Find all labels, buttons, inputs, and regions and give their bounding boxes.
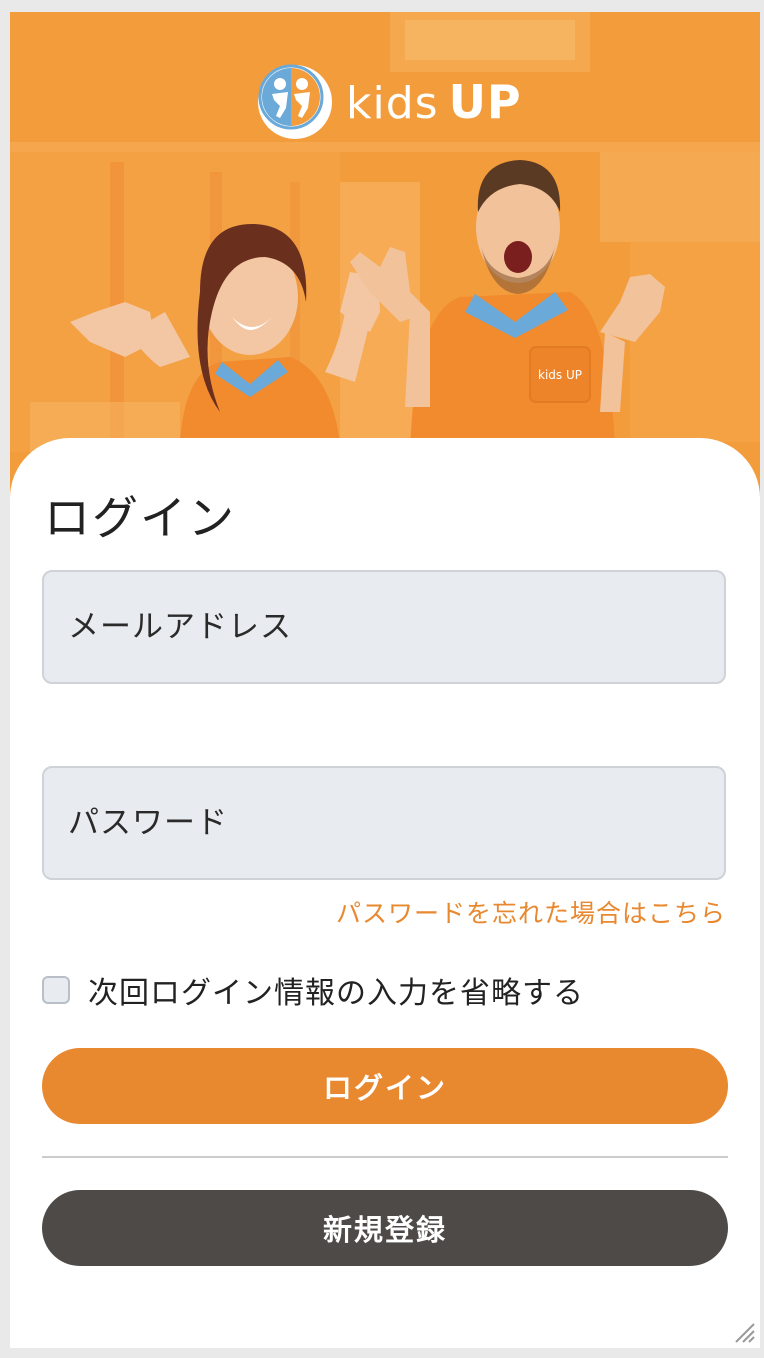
login-card: ログイン パスワードを忘れた場合はこちら 次回ログイン情報の入力を省略する ログ… — [10, 438, 760, 1348]
register-button[interactable]: 新規登録 — [42, 1190, 728, 1266]
forgot-password-link[interactable]: パスワードを忘れた場合はこちら — [336, 894, 726, 930]
shirt-logo-text: kids UP — [538, 368, 582, 382]
remember-login-checkbox[interactable] — [42, 976, 70, 1004]
login-button[interactable]: ログイン — [42, 1048, 728, 1124]
login-page: kids UP kids UP ログイン メールアドレス パスワードを忘れた場合… — [10, 12, 760, 1348]
email-field[interactable] — [42, 570, 726, 684]
logo-text-up: UP — [448, 75, 522, 129]
kids-up-wordmark: kids UP — [346, 75, 522, 129]
page-title: ログイン — [44, 491, 236, 545]
password-field[interactable] — [42, 766, 726, 880]
divider — [42, 1156, 728, 1158]
logo-text-kids: kids — [346, 78, 439, 129]
hero-banner: kids UP kids UP — [10, 12, 760, 512]
remember-login-label: 次回ログイン情報の入力を省略する — [88, 976, 584, 1011]
kids-up-logo-icon — [258, 64, 332, 139]
remember-login-option[interactable]: 次回ログイン情報の入力を省略する — [42, 968, 584, 1012]
resize-handle-icon[interactable] — [732, 1320, 756, 1344]
kids-up-logo: kids UP — [258, 64, 522, 140]
